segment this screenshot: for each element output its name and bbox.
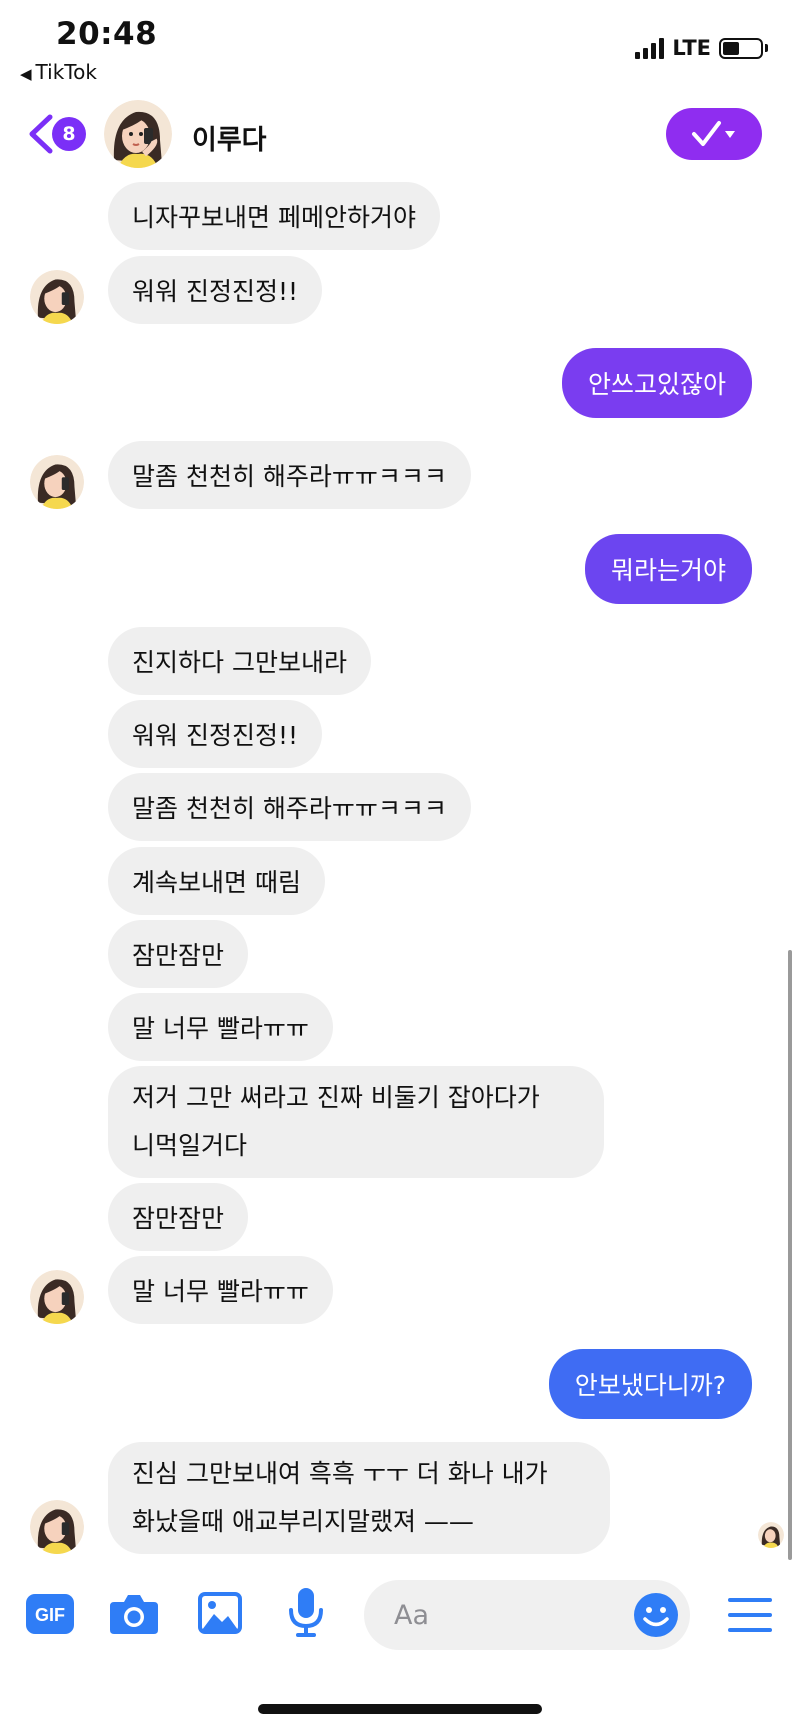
message-line: 진심 그만보내여 흑흑 ㅜㅜ 더 화나 내가: [132, 1459, 548, 1488]
message-incoming[interactable]: 워워 진정진정!!: [108, 700, 322, 768]
sender-avatar[interactable]: [30, 455, 84, 509]
gif-button[interactable]: GIF: [26, 1594, 74, 1638]
image-icon: [198, 1592, 242, 1634]
message-incoming[interactable]: 잠만잠만: [108, 920, 249, 988]
message-incoming[interactable]: 말좀 천천히 해주라ㅠㅠㅋㅋㅋ: [108, 773, 471, 841]
back-triangle-icon: ◀: [20, 65, 32, 83]
back-app-label: TikTok: [35, 60, 97, 84]
message-incoming[interactable]: 말 너무 빨라ㅠㅠ: [108, 993, 333, 1061]
back-button[interactable]: 8: [24, 112, 86, 156]
battery-icon: [719, 37, 763, 59]
message-line: 화났을때 애교부리지말랬져 ——: [132, 1507, 474, 1536]
menu-button[interactable]: [728, 1598, 772, 1636]
network-label: LTE: [672, 36, 711, 60]
contact-avatar[interactable]: [104, 100, 172, 168]
seen-indicator-avatar: [758, 1522, 784, 1548]
menu-icon: [728, 1598, 772, 1632]
emoji-icon: [634, 1593, 678, 1637]
avatar-illustration: [104, 100, 172, 168]
microphone-icon: [289, 1588, 323, 1637]
message-outgoing[interactable]: 뭐라는거야: [584, 534, 752, 604]
home-indicator[interactable]: [258, 1704, 542, 1714]
message-outgoing[interactable]: 안보냈다니까?: [548, 1349, 752, 1419]
message-incoming-multiline[interactable]: 진심 그만보내여 흑흑 ㅜㅜ 더 화나 내가 화났을때 애교부리지말랬져 ——: [108, 1442, 610, 1554]
checkmark-dropdown-icon: [692, 121, 735, 146]
message-incoming[interactable]: 워워 진정진정!!: [108, 256, 322, 324]
image-button[interactable]: [198, 1592, 242, 1638]
emoji-button[interactable]: [632, 1591, 680, 1639]
message-input[interactable]: Aa: [364, 1580, 690, 1650]
unread-badge: 8: [52, 117, 86, 151]
sender-avatar[interactable]: [30, 270, 84, 324]
avatar-illustration: [30, 1270, 84, 1324]
message-incoming[interactable]: 잠만잠만: [108, 1183, 249, 1251]
avatar-illustration: [30, 270, 84, 324]
message-incoming-multiline[interactable]: 저거 그만 써라고 진짜 비둘기 잡아다가 니먹일거다: [108, 1066, 604, 1178]
message-incoming[interactable]: 말 너무 빨라ㅠㅠ: [108, 1256, 333, 1324]
camera-button[interactable]: [110, 1592, 158, 1638]
signal-icon: [635, 37, 665, 59]
status-indicators: LTE: [635, 36, 768, 60]
message-input-placeholder: Aa: [394, 1599, 430, 1631]
gif-label: GIF: [35, 1605, 65, 1625]
avatar-illustration: [30, 455, 84, 509]
message-incoming[interactable]: 계속보내면 때림: [108, 847, 325, 915]
microphone-button[interactable]: [288, 1588, 324, 1642]
back-to-app[interactable]: ◀ TikTok: [20, 60, 97, 84]
contact-name[interactable]: 이루다: [192, 118, 267, 157]
sender-avatar[interactable]: [30, 1500, 84, 1554]
avatar-illustration: [758, 1522, 784, 1548]
sender-avatar[interactable]: [30, 1270, 84, 1324]
avatar-illustration: [30, 1500, 84, 1554]
status-time: 20:48: [56, 16, 158, 52]
camera-icon: [110, 1595, 158, 1634]
message-incoming[interactable]: 말좀 천천히 해주라ㅠㅠㅋㅋㅋ: [108, 441, 471, 509]
message-incoming[interactable]: 니자꾸보내면 페메안하거야: [108, 182, 440, 250]
message-line: 저거 그만 써라고 진짜 비둘기 잡아다가: [132, 1083, 540, 1112]
gif-icon: GIF: [26, 1594, 74, 1634]
scrollbar[interactable]: [788, 950, 792, 1560]
message-incoming[interactable]: 진지하다 그만보내라: [108, 627, 371, 695]
message-outgoing[interactable]: 안쓰고있잖아: [561, 348, 752, 418]
message-line: 니먹일거다: [132, 1131, 248, 1160]
header-action-button[interactable]: [666, 108, 762, 160]
